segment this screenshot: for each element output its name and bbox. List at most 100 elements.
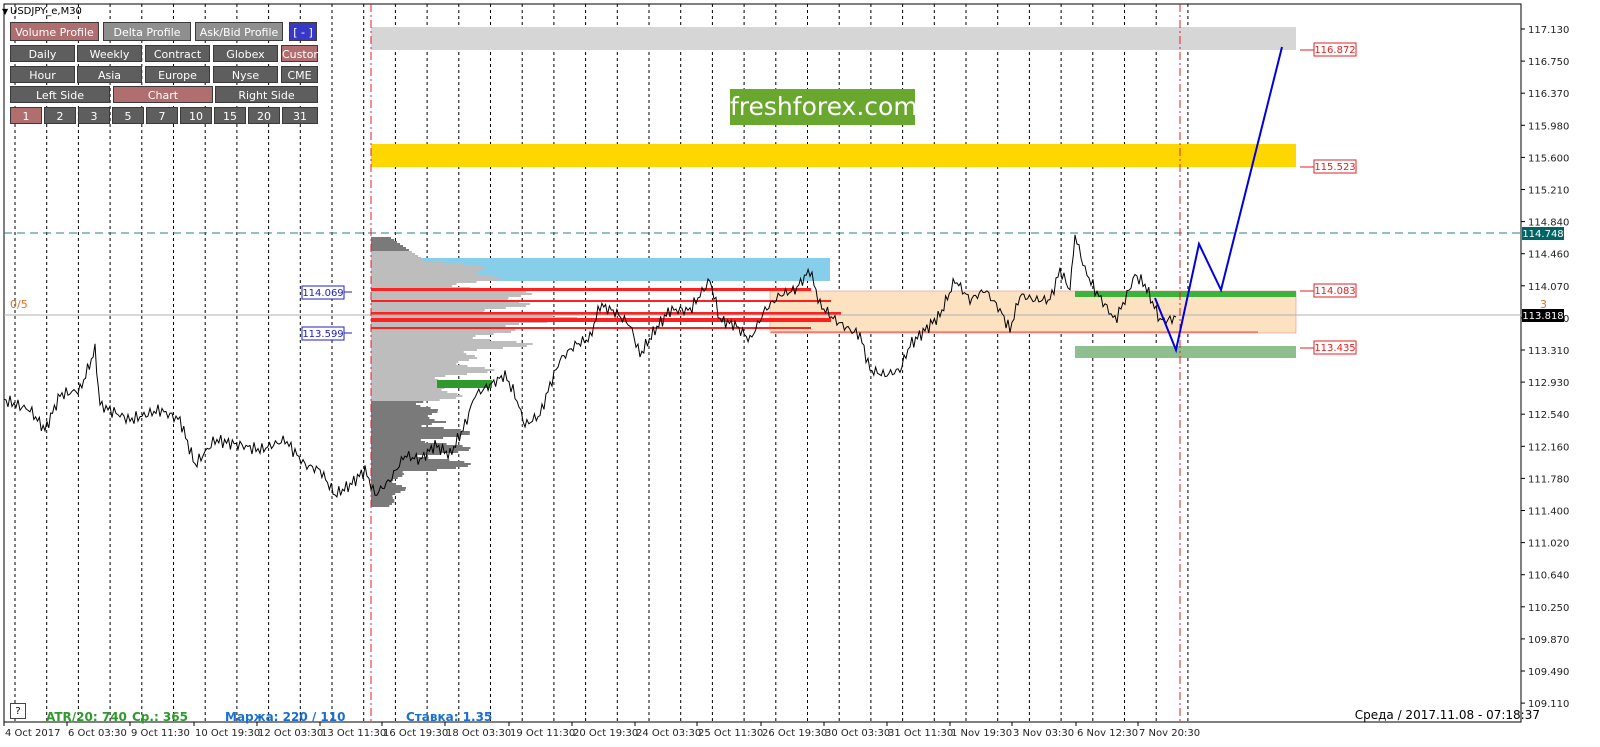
volume-bar [371,391,448,393]
volume-bar [371,505,390,507]
time-tick-label: 26 Oct 19:30 [762,728,827,739]
volume-bar [371,259,424,261]
time-tick-label: 18 Oct 03:30 [446,728,511,739]
time-tick-label: 4 Oct 2017 [5,728,60,739]
volume-bar [371,261,444,263]
toolbar-row5-button-9[interactable]: 31 [282,107,318,124]
time-tick-label: 10 Oct 19:30 [195,728,260,739]
toolbar-row4-button-1[interactable]: Left Side [10,86,110,103]
volume-bar [371,247,406,249]
left-ratio-marker: 0/5 [10,298,28,311]
volume-bar [371,433,470,435]
volume-bar [371,475,403,477]
volume-bar [371,421,447,423]
price-tick-label: 115.600 [1528,153,1569,164]
time-tick-label: 25 Oct 11:30 [698,728,763,739]
volume-bar [371,453,441,455]
price-axis: 117.130 116.750 116.370 115.980 115.600 115.2… [1521,25,1569,710]
price-tick-label: 117.130 [1528,25,1569,36]
volume-bar [371,455,418,457]
volume-bar [371,423,432,425]
volume-bar [371,481,393,483]
volume-bar [371,471,403,473]
toolbar-row1-button-3[interactable]: Ask/Bid Profile [195,22,283,41]
volume-bar [371,377,435,379]
toolbar-row1-button-4[interactable]: [ - ] [289,22,317,41]
time-tick-label: 12 Oct 03:30 [258,728,323,739]
toolbar-row2-button-3[interactable]: Contract [145,45,210,62]
toolbar-row5-button-7[interactable]: 15 [214,107,246,124]
symbol-dropdown-icon[interactable]: ▼ [2,7,8,16]
toolbar-row3-button-5[interactable]: CME [281,66,318,83]
toolbar-row5-button-4[interactable]: 5 [112,107,144,124]
margin-readout: Маржа: 220 / 110 [225,710,346,724]
volume-bar [371,415,428,417]
volume-bar [371,345,527,347]
price-tick-label: 114.840 [1528,218,1569,229]
time-tick-label: 7 Nov 20:30 [1139,728,1200,739]
volume-bar [371,427,444,429]
toolbar-row5-button-5[interactable]: 7 [146,107,178,124]
time-tick-label: 6 Nov 12:30 [1077,728,1138,739]
toolbar-row2-button-5[interactable]: Custom [281,45,324,62]
volume-bar [371,339,491,341]
toolbar-row3-button-2[interactable]: Asia [77,66,142,83]
volume-bar [371,435,461,437]
volume-bar [371,489,406,491]
green-zone [1075,346,1296,358]
toolbar-row5-button-6[interactable]: 10 [180,107,212,124]
svg-text:113.818: 113.818 [1522,311,1563,322]
volume-bar [371,439,421,441]
toolbar-row2-button-4[interactable]: Globex [213,45,278,62]
time-tick-label: 30 Oct 03:30 [825,728,890,739]
volume-bar [371,411,438,413]
toolbar-row4-button-3[interactable]: Right Side [215,86,318,103]
volume-bar [371,267,486,269]
volume-bar [371,241,397,243]
toolbar-row3-button-4[interactable]: Nyse [213,66,278,83]
price-tick-label: 111.780 [1528,474,1569,485]
toolbar-row4-button-2[interactable]: Chart [113,86,213,103]
volume-bar [371,387,445,389]
price-tick-label: 113.310 [1528,346,1569,357]
toolbar-row5-button-8[interactable]: 20 [248,107,280,124]
toolbar-row5-button-3[interactable]: 3 [78,107,110,124]
volume-bar [371,417,430,419]
toolbar-row5-button-2[interactable]: 2 [44,107,76,124]
volume-bar [371,283,457,285]
toolbar-row3-button-1[interactable]: Hour [10,66,75,83]
time-tick-label: 31 Oct 11:30 [888,728,953,739]
volume-bar [371,253,415,255]
toolbar-row2-button-1[interactable]: Daily [10,45,75,62]
volume-bar [371,407,431,409]
time-tick-label: 9 Oct 11:30 [131,728,190,739]
volume-bar [371,303,531,305]
toolbar-row1-button-2[interactable]: Delta Profile [103,22,191,41]
average-readout: Ср.: 365 [132,710,188,724]
volume-bar [371,375,446,377]
toolbar-row2-button-2[interactable]: Weekly [77,45,142,62]
volume-bar [371,483,396,485]
help-button[interactable]: ? [10,703,26,719]
volume-bar [371,365,468,367]
yellow-zone [371,144,1296,167]
volume-bar [371,443,447,445]
symbol-label: USDJPY_e,M30 [10,6,82,17]
volume-bar [371,379,439,381]
toolbar-row1-button-1[interactable]: Volume Profile [10,22,99,41]
svg-text:115.523: 115.523 [1314,162,1355,173]
volume-bar [371,485,402,487]
toolbar-row5-button-1[interactable]: 1 [10,107,42,124]
volume-bar [371,363,457,365]
volume-bar [371,491,401,493]
toolbar-row3-button-3[interactable]: Europe [145,66,210,83]
svg-text:114.748: 114.748 [1522,229,1563,240]
volume-bar [371,381,449,383]
price-tick-label: 109.870 [1528,635,1569,646]
volume-bar [371,399,440,401]
volume-bar [371,291,526,293]
volume-bar [371,307,506,309]
right-count-marker: 3 [1540,298,1547,311]
price-tick-label: 110.640 [1528,571,1569,582]
volume-bar [371,243,400,245]
